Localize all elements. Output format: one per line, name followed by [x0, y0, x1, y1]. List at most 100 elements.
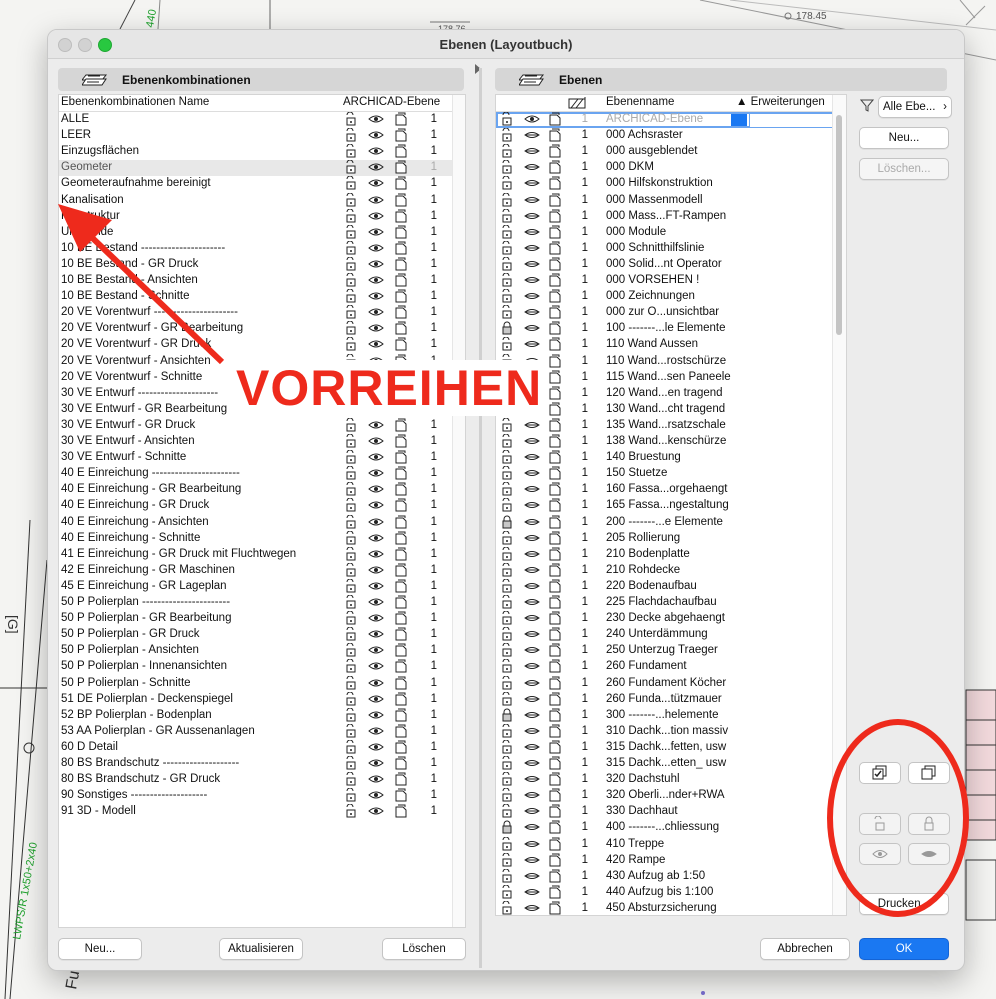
unlock-icon[interactable] — [500, 530, 514, 546]
lock-icon[interactable] — [344, 272, 358, 288]
combination-row[interactable]: 40 E Einreichung - GR Druck 1 — [59, 497, 465, 514]
layer-row[interactable]: 1 250 Unterzug Traeger — [496, 642, 846, 659]
lock-icon[interactable] — [344, 739, 358, 755]
combination-row[interactable]: 50 P Polierplan - Innenansichten 1 — [59, 658, 465, 675]
lock-icon[interactable] — [344, 111, 358, 127]
layer-row[interactable]: 1 300 -------...helemente — [496, 708, 846, 724]
closed-eye-icon[interactable] — [524, 676, 540, 691]
layer-row[interactable]: 1 330 Dachhaut — [496, 803, 846, 820]
combination-row[interactable]: 50 P Polierplan - Ansichten 1 — [59, 642, 465, 659]
wireframe-icon[interactable] — [548, 804, 562, 819]
closed-eye-icon[interactable] — [524, 708, 540, 723]
layer-name-input[interactable]: ARCHICAD-Ebene — [606, 113, 731, 125]
layer-row[interactable]: 1 130 Wand...cht tragend — [496, 401, 846, 418]
new-combination-button[interactable]: Neu... — [58, 938, 142, 960]
wireframe-icon[interactable] — [548, 354, 562, 369]
combination-row[interactable]: Einzugsflächen 1 — [59, 143, 465, 160]
wireframe-icon[interactable] — [394, 788, 408, 803]
lock-icon[interactable] — [344, 803, 358, 819]
layer-row[interactable]: 1 320 Oberli...nder+RWA — [496, 787, 846, 804]
eye-icon[interactable] — [368, 595, 384, 610]
cancel-button[interactable]: Abbrechen — [760, 938, 850, 960]
closed-eye-icon[interactable] — [524, 853, 540, 868]
layer-row[interactable]: 1 110 Wand...rostschürze — [496, 353, 846, 370]
wireframe-icon[interactable] — [394, 209, 408, 224]
eye-icon[interactable] — [368, 692, 384, 707]
wireframe-icon[interactable] — [548, 273, 562, 288]
layer-row[interactable]: 1 000 Schnitthilfslinie — [496, 240, 846, 257]
wireframe-icon[interactable] — [548, 289, 562, 304]
lock-icon[interactable] — [344, 224, 358, 240]
wireframe-icon[interactable] — [394, 450, 408, 465]
eye-icon[interactable] — [368, 804, 384, 819]
closed-eye-icon[interactable] — [524, 772, 540, 787]
wireframe-icon[interactable] — [394, 466, 408, 481]
layer-row[interactable]: 1 140 Bruestung — [496, 449, 846, 466]
unlock-icon[interactable] — [500, 497, 514, 513]
eye-icon[interactable] — [524, 112, 540, 127]
wireframe-icon[interactable] — [548, 531, 562, 546]
wireframe-icon[interactable] — [548, 837, 562, 852]
lock-icon[interactable] — [500, 321, 514, 336]
layer-row[interactable]: 1 000 ausgeblendet — [496, 143, 846, 160]
eye-icon[interactable] — [368, 128, 384, 143]
wireframe-icon[interactable] — [394, 337, 408, 352]
layer-row[interactable]: 1 210 Rohdecke — [496, 562, 846, 579]
eye-icon[interactable] — [368, 176, 384, 191]
closed-eye-icon[interactable] — [524, 450, 540, 465]
closed-eye-icon[interactable] — [524, 837, 540, 852]
eye-icon[interactable] — [368, 466, 384, 481]
unlock-icon[interactable] — [500, 143, 514, 159]
unlock-icon[interactable] — [500, 433, 514, 449]
wireframe-icon[interactable] — [394, 257, 408, 272]
unlock-icon[interactable] — [500, 417, 514, 433]
wireframe-icon[interactable] — [394, 708, 408, 723]
closed-eye-icon[interactable] — [524, 788, 540, 803]
unlock-icon[interactable] — [500, 288, 514, 304]
wireframe-icon[interactable] — [394, 611, 408, 626]
eye-icon[interactable] — [368, 112, 384, 127]
eye-icon[interactable] — [368, 643, 384, 658]
lock-icon[interactable] — [344, 159, 358, 175]
deselect-all-button[interactable] — [908, 762, 950, 784]
lock-icon[interactable] — [344, 304, 358, 320]
closed-eye-icon[interactable] — [524, 724, 540, 739]
closed-eye-icon[interactable] — [524, 643, 540, 658]
lock-icon[interactable] — [344, 707, 358, 723]
layer-row[interactable]: 1 400 -------...chliessung — [496, 820, 846, 836]
unlock-icon[interactable] — [500, 336, 514, 352]
wireframe-icon[interactable] — [548, 144, 562, 159]
filter-icon[interactable] — [860, 98, 874, 112]
wireframe-icon[interactable] — [394, 112, 408, 127]
eye-icon[interactable] — [368, 144, 384, 159]
lock-icon[interactable] — [500, 515, 514, 530]
wireframe-icon[interactable] — [548, 756, 562, 771]
eye-icon[interactable] — [368, 724, 384, 739]
closed-eye-icon[interactable] — [524, 434, 540, 449]
wireframe-icon[interactable] — [548, 498, 562, 513]
wireframe-icon[interactable] — [548, 466, 562, 481]
closed-eye-icon[interactable] — [524, 144, 540, 159]
unlock-icon[interactable] — [500, 723, 514, 739]
eye-icon[interactable] — [368, 498, 384, 513]
unlock-icon[interactable] — [500, 449, 514, 465]
unlock-icon[interactable] — [500, 642, 514, 658]
combination-row[interactable]: 40 E Einreichung - Schnitte 1 — [59, 530, 465, 547]
lock-icon[interactable] — [344, 143, 358, 159]
closed-eye-icon[interactable] — [524, 257, 540, 272]
layer-row[interactable]: 1 200 -------...e Elemente — [496, 515, 846, 531]
eye-icon[interactable] — [368, 418, 384, 433]
update-combination-button[interactable]: Aktualisieren — [219, 938, 303, 960]
eye-icon[interactable] — [368, 515, 384, 530]
wireframe-icon[interactable] — [548, 611, 562, 626]
wireframe-icon[interactable] — [548, 595, 562, 610]
wireframe-icon[interactable] — [548, 193, 562, 208]
layer-row[interactable]: 1 160 Fassa...orgehaengt — [496, 481, 846, 498]
combination-row[interactable]: 50 P Polierplan - Schnitte 1 — [59, 675, 465, 692]
wireframe-icon[interactable] — [548, 853, 562, 868]
layer-row[interactable]: 1 420 Rampe — [496, 852, 846, 869]
combination-row[interactable]: 60 D Detail 1 — [59, 739, 465, 756]
closed-eye-icon[interactable] — [524, 804, 540, 819]
combination-row[interactable]: Konstruktur 1 — [59, 208, 465, 225]
unlock-icon[interactable] — [500, 465, 514, 481]
